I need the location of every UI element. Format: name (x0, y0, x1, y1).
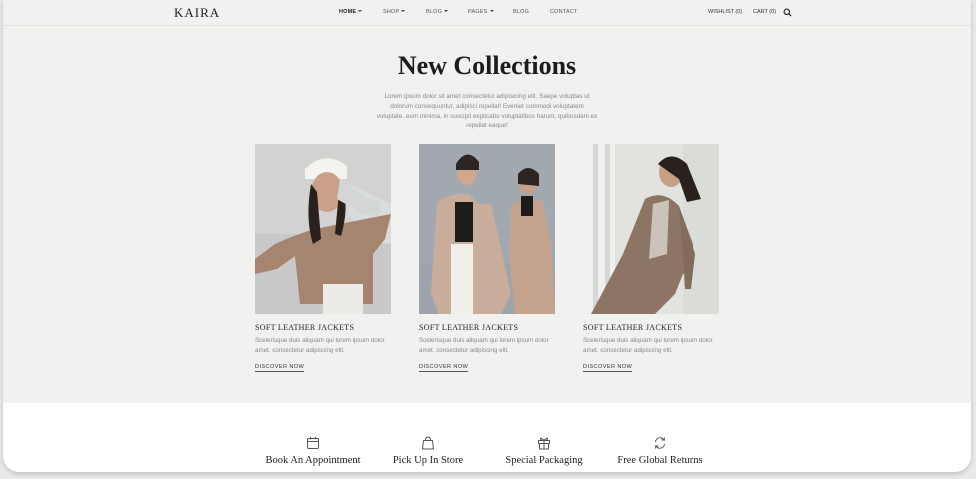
top-nav: KAIRA HOME SHOP BLOG PAGES BLOG CONTACT … (3, 0, 971, 26)
product-card: SOFT LEATHER JACKETS Scelerisque duis al… (419, 144, 555, 373)
product-image[interactable] (255, 144, 391, 314)
calendar-icon (307, 437, 319, 449)
product-image[interactable] (419, 144, 555, 314)
wishlist-link[interactable]: WISHLIST (0) (708, 9, 742, 15)
product-description: Scelerisque duis aliquam qui lorem ipsum… (583, 337, 713, 354)
product-card: SOFT LEATHER JACKETS Scelerisque duis al… (583, 144, 719, 373)
nav-home[interactable]: HOME (339, 9, 363, 15)
discover-now-link[interactable]: DISCOVER NOW (255, 364, 305, 373)
product-card: SOFT LEATHER JACKETS Scelerisque duis al… (255, 144, 391, 373)
nav-pages[interactable]: PAGES (468, 9, 494, 15)
chevron-down-icon (358, 10, 363, 12)
intro-text: Lorem ipsum dolor sit amet consectetur a… (376, 93, 598, 130)
page-title: New Collections (397, 51, 577, 80)
product-title[interactable]: SOFT LEATHER JACKETS (583, 323, 719, 332)
feature-returns[interactable]: Free Global Returns (590, 436, 730, 466)
discover-now-link[interactable]: DISCOVER NOW (419, 364, 469, 373)
cart-link[interactable]: CART (0) (753, 9, 776, 15)
nav-contact[interactable]: CONTACT (550, 9, 578, 15)
search-icon[interactable] (783, 8, 792, 17)
shopping-bag-icon (421, 436, 435, 450)
product-image[interactable] (583, 144, 719, 314)
refresh-icon (655, 437, 665, 449)
discover-now-link[interactable]: DISCOVER NOW (583, 364, 633, 373)
page-frame: KAIRA HOME SHOP BLOG PAGES BLOG CONTACT … (3, 0, 971, 472)
chevron-down-icon (444, 10, 449, 12)
product-description: Scelerisque duis aliquam qui lorem ipsum… (419, 337, 549, 354)
logo[interactable]: KAIRA (174, 5, 220, 21)
nav-blog-menu[interactable]: BLOG (426, 9, 449, 15)
product-description: Scelerisque duis aliquam qui lorem ipsum… (255, 337, 385, 354)
product-title[interactable]: SOFT LEATHER JACKETS (255, 323, 391, 332)
chevron-down-icon (489, 10, 494, 12)
collections-section: KAIRA HOME SHOP BLOG PAGES BLOG CONTACT … (3, 0, 971, 403)
nav-shop[interactable]: SHOP (383, 9, 406, 15)
chevron-down-icon (401, 10, 406, 12)
nav-blog[interactable]: BLOG (513, 9, 529, 15)
product-title[interactable]: SOFT LEATHER JACKETS (419, 323, 555, 332)
feature-label: Free Global Returns (617, 455, 703, 466)
gift-icon (538, 437, 550, 450)
